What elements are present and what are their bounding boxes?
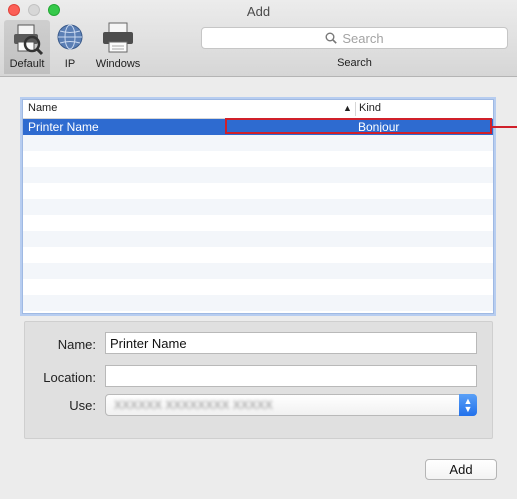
empty-row <box>23 151 493 167</box>
toolbar-default-label: Default <box>9 58 45 70</box>
use-driver-value: XXXXXX XXXXXXXX XXXXX <box>114 398 273 412</box>
empty-row <box>23 215 493 231</box>
empty-row <box>23 279 493 295</box>
printer-name-cell: Printer Name <box>28 120 99 134</box>
empty-row <box>23 247 493 263</box>
use-driver-select[interactable]: XXXXXX XXXXXXXX XXXXX ▲ ▼ <box>105 394 477 416</box>
location-field[interactable] <box>105 365 477 387</box>
chevron-updown-icon[interactable]: ▲ ▼ <box>459 394 477 416</box>
toolbar-ip-label: IP <box>64 58 76 70</box>
sort-ascending-icon: ▲ <box>343 103 352 113</box>
add-printer-window: Add Default IP Windows Search Search Nam… <box>0 0 517 499</box>
table-header: Name ▲ Kind <box>23 100 493 119</box>
empty-row <box>23 231 493 247</box>
empty-row <box>23 135 493 151</box>
window-title: Add <box>246 4 271 19</box>
empty-row <box>23 183 493 199</box>
search-placeholder: Search <box>342 30 384 46</box>
windows-printer-icon <box>103 22 133 53</box>
default-printer-icon <box>14 24 44 56</box>
toolbar-windows-button[interactable]: Windows <box>92 20 144 74</box>
toolbar: Add Default IP Windows Search Search <box>0 0 517 77</box>
name-field[interactable] <box>105 332 477 354</box>
table-rows: Printer Name Bonjour <box>23 119 493 311</box>
printer-kind-cell: Bonjour <box>358 120 400 134</box>
column-divider[interactable] <box>355 102 356 116</box>
location-label: Location: <box>43 370 96 385</box>
column-header-kind[interactable]: Kind <box>359 102 381 114</box>
add-button[interactable]: Add <box>425 459 497 480</box>
printer-list-table[interactable]: Name ▲ Kind Printer Name Bonjour <box>22 99 494 314</box>
empty-row <box>23 295 493 311</box>
toolbar-windows-label: Windows <box>95 58 141 70</box>
toolbar-default-button[interactable]: Default <box>4 20 50 74</box>
column-header-name[interactable]: Name <box>28 102 57 114</box>
toolbar-ip-button[interactable]: IP <box>54 20 86 74</box>
empty-row <box>23 199 493 215</box>
annotation-callout-line <box>492 126 517 128</box>
search-field[interactable]: Search <box>201 27 508 49</box>
empty-row <box>23 167 493 183</box>
globe-icon <box>57 24 83 50</box>
empty-row <box>23 263 493 279</box>
search-label: Search <box>337 57 372 69</box>
table-row[interactable]: Printer Name Bonjour <box>23 119 493 135</box>
name-label: Name: <box>57 337 96 352</box>
use-label: Use: <box>69 398 96 413</box>
search-icon <box>325 32 338 44</box>
